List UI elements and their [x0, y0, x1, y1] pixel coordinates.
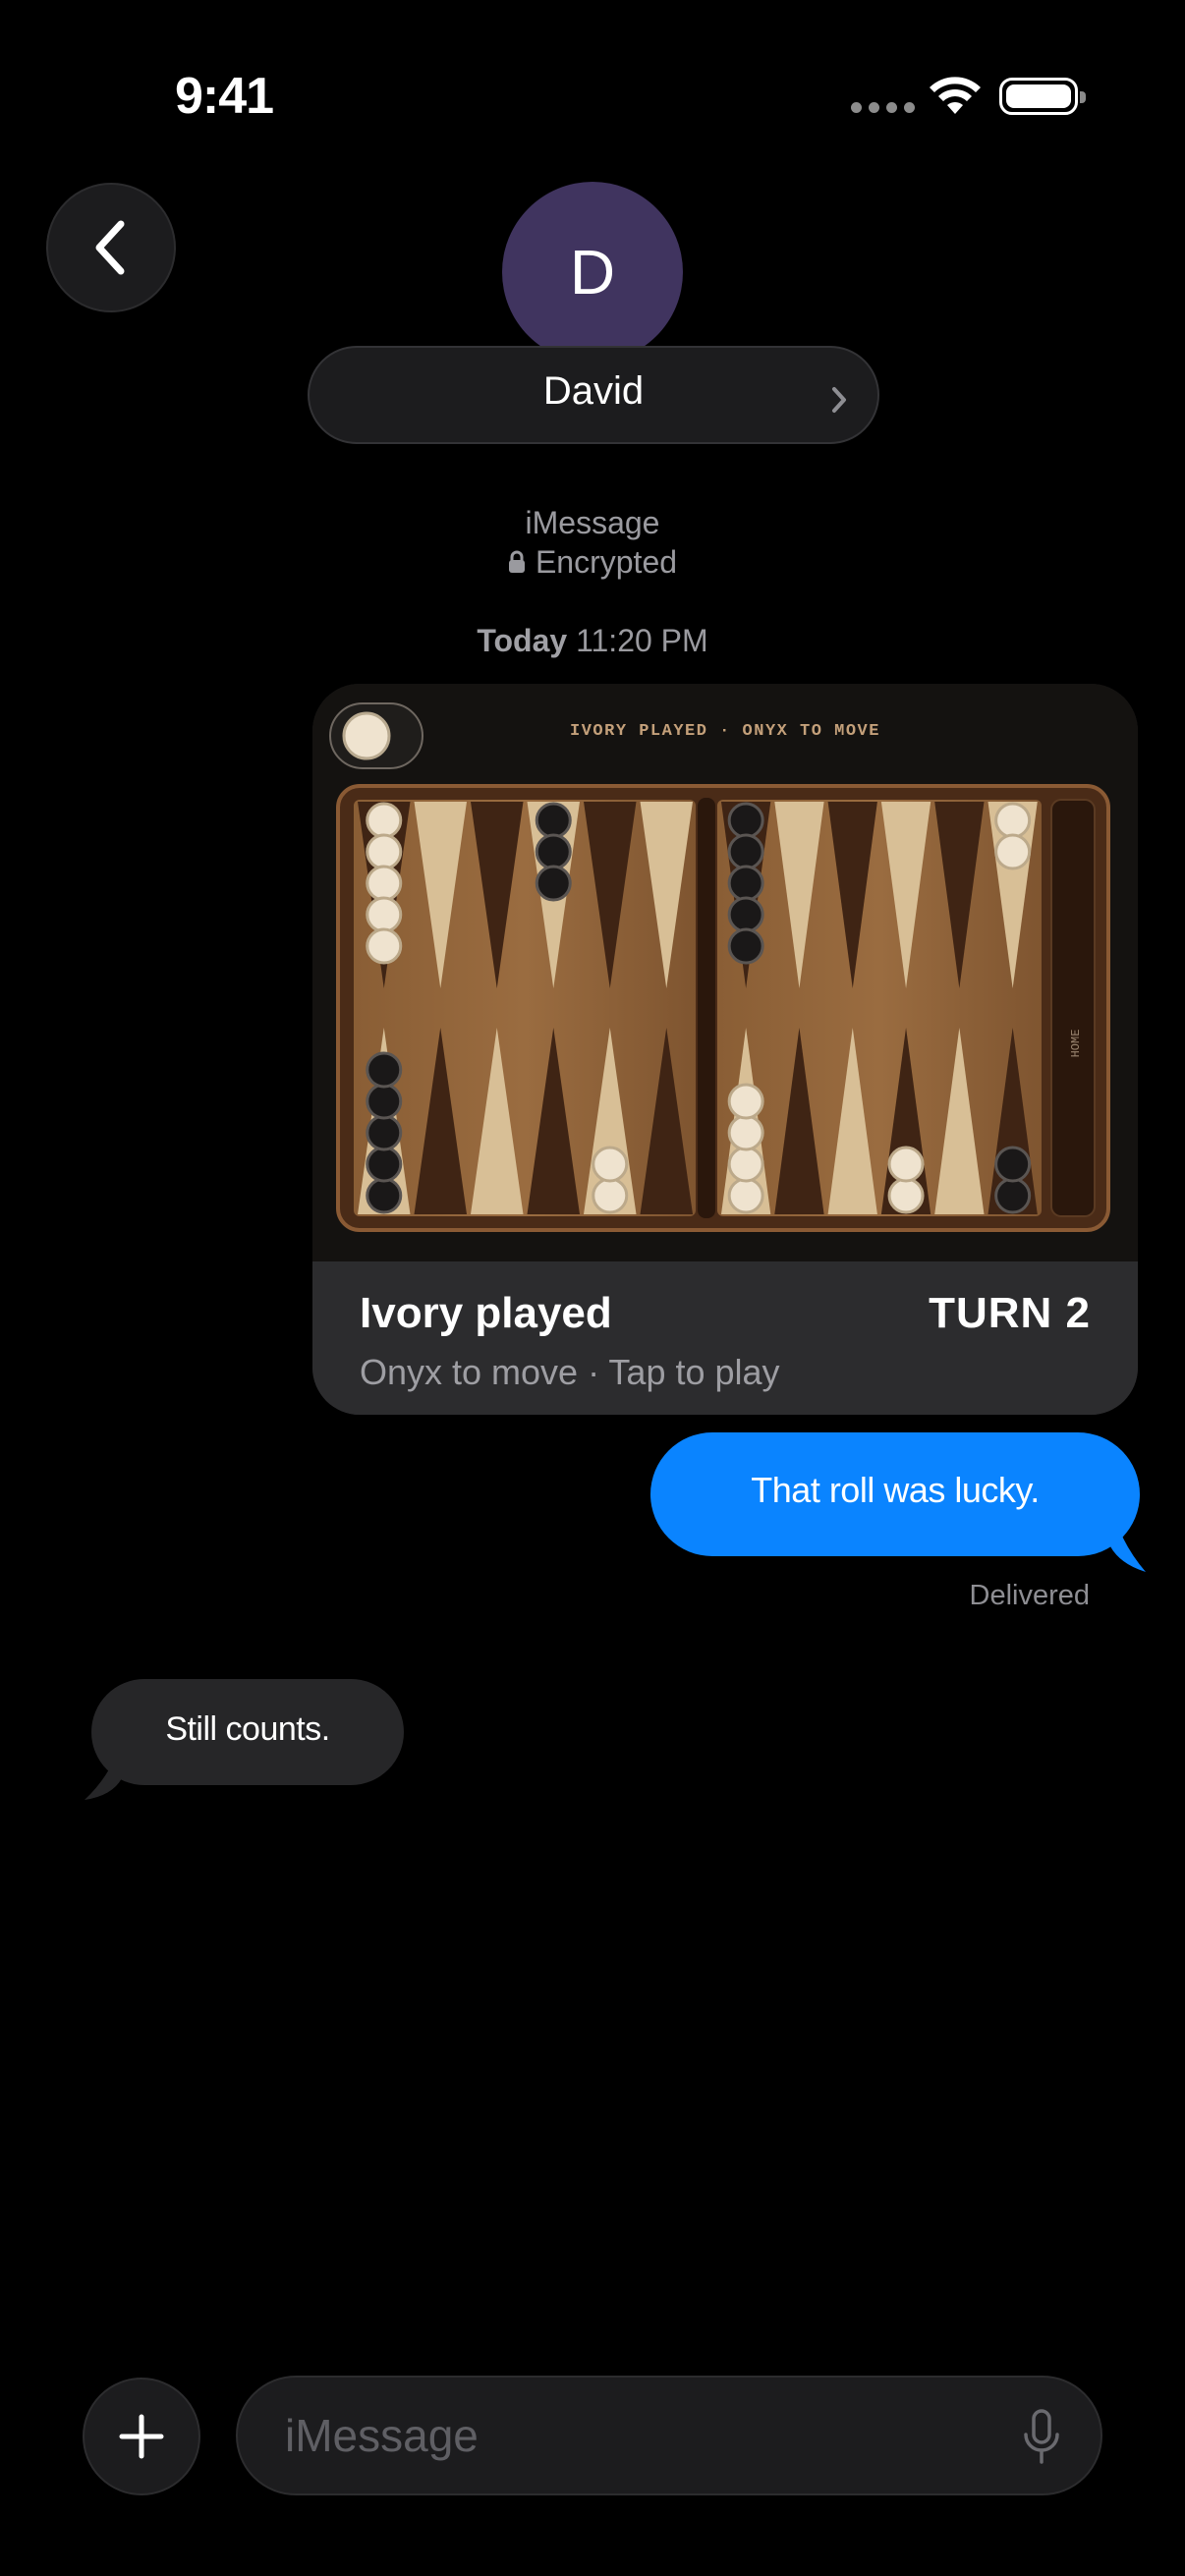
- onyx-checker: [535, 865, 572, 902]
- onyx-checker: [366, 1146, 403, 1183]
- contact-avatar[interactable]: D: [502, 182, 683, 363]
- onyx-checker: [535, 833, 572, 870]
- onyx-checker: [727, 802, 764, 839]
- service-label: iMessage: [525, 505, 660, 540]
- contact-name-button[interactable]: David: [308, 346, 879, 444]
- turn-indicator: TURN 2: [929, 1289, 1091, 1337]
- avatar-initial: D: [569, 237, 616, 308]
- timestamp-day: Today: [477, 623, 568, 658]
- received-message-bubble[interactable]: Still counts.: [91, 1679, 404, 1785]
- onyx-checker: [535, 802, 572, 839]
- ivory-checker: [727, 1114, 764, 1151]
- onyx-checker: [727, 927, 764, 965]
- chevron-right-icon: [832, 387, 846, 413]
- onyx-checker: [727, 865, 764, 902]
- game-card-title: Ivory played: [360, 1289, 612, 1337]
- ivory-checker: [887, 1146, 925, 1183]
- encryption-label: Encrypted: [0, 542, 1185, 582]
- ivory-checker: [727, 1083, 764, 1120]
- message-composer[interactable]: [236, 2376, 1102, 2495]
- received-bubble-tail: [85, 1739, 122, 1800]
- onyx-checker: [727, 833, 764, 870]
- message-input[interactable]: [283, 2399, 975, 2472]
- view-toggle[interactable]: [329, 702, 423, 769]
- status-time: 9:41: [175, 68, 274, 125]
- ivory-checker: [887, 1177, 925, 1214]
- sent-message-bubble[interactable]: That roll was lucky.: [650, 1432, 1140, 1556]
- lock-icon: [508, 550, 525, 573]
- onyx-checker: [994, 1146, 1032, 1183]
- message-text: That roll was lucky.: [751, 1470, 1040, 1510]
- message-text: Still counts.: [165, 1710, 330, 1748]
- onyx-checker: [727, 896, 764, 933]
- ivory-checker: [366, 802, 403, 839]
- plus-icon: [119, 2414, 164, 2459]
- onyx-checker: [994, 1177, 1032, 1214]
- onyx-checker: [366, 1114, 403, 1151]
- backgammon-game-card[interactable]: IVORY PLAYED · ONYX TO MOVE HOME Ivory p…: [312, 684, 1138, 1415]
- backgammon-board: IVORY PLAYED · ONYX TO MOVE HOME: [329, 702, 1110, 1232]
- ivory-checker: [592, 1146, 629, 1183]
- delivery-status: Delivered: [969, 1580, 1091, 1611]
- ivory-checker: [727, 1177, 764, 1214]
- board-caption: IVORY PLAYED · ONYX TO MOVE: [570, 722, 880, 741]
- battery-icon: [999, 78, 1086, 115]
- ivory-checker: [994, 833, 1032, 870]
- home-label: HOME: [1069, 1030, 1083, 1058]
- timestamp-time: 11:20 PM: [576, 623, 708, 658]
- onyx-checker: [366, 1177, 403, 1214]
- contact-name: David: [542, 369, 645, 413]
- microphone-icon[interactable]: [1022, 2407, 1061, 2466]
- ivory-checker: [366, 865, 403, 902]
- game-card-info: Ivory played TURN 2 Onyx to move · Tap t…: [312, 1261, 1138, 1415]
- game-board-preview: IVORY PLAYED · ONYX TO MOVE HOME: [312, 684, 1138, 1261]
- add-attachment-button[interactable]: [83, 2378, 200, 2495]
- message-timestamp: Today 11:20 PM: [0, 623, 1185, 659]
- ivory-checker: [366, 833, 403, 870]
- ivory-checker: [366, 896, 403, 933]
- wifi-icon: [928, 75, 983, 121]
- onyx-checker: [366, 1083, 403, 1120]
- sent-bubble-tail: [1110, 1503, 1146, 1572]
- encryption-text: Encrypted: [535, 544, 678, 580]
- ivory-checker: [592, 1177, 629, 1214]
- onyx-checker: [366, 1051, 403, 1089]
- game-card-subtitle: Onyx to move · Tap to play: [360, 1352, 780, 1392]
- ivory-checker: [366, 927, 403, 965]
- chevron-left-icon: [95, 220, 125, 275]
- back-button[interactable]: [46, 183, 176, 312]
- ivory-checker: [994, 802, 1032, 839]
- ivory-checker: [727, 1146, 764, 1183]
- cellular-signal-icon: [851, 102, 915, 113]
